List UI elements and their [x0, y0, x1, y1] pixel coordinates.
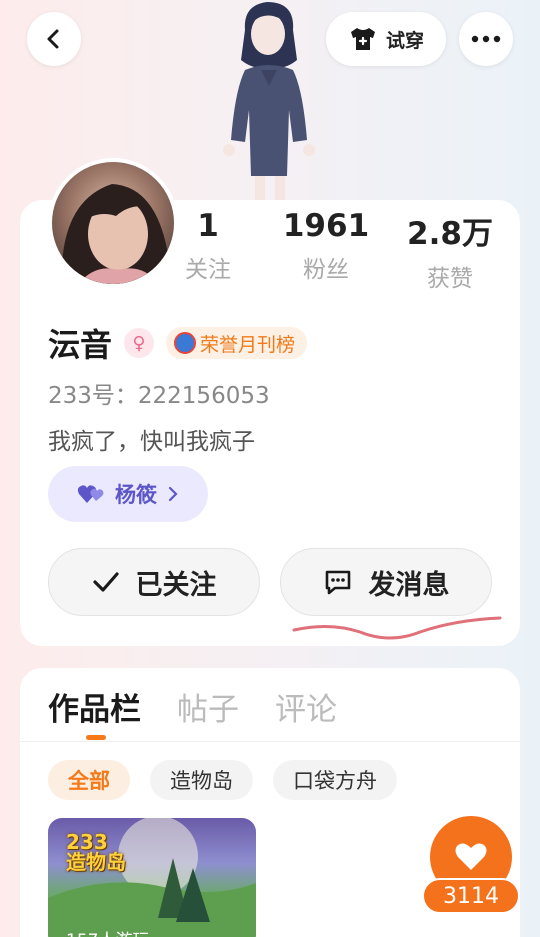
likes-received-count: 2.8万 [407, 216, 493, 252]
avatar-character-figure[interactable] [205, 0, 335, 200]
filter-chip-ark[interactable]: 口袋方舟 [273, 760, 397, 800]
tab-works[interactable]: 作品栏 [48, 684, 141, 729]
followers-stat[interactable]: 1961 粉丝 [266, 208, 386, 284]
followers-label: 粉丝 [303, 257, 349, 283]
user-name: 沄音 [48, 326, 113, 364]
tabs-divider [20, 741, 520, 742]
filter-chips: 全部 造物岛 口袋方舟 [48, 760, 397, 800]
work-card[interactable]: 233 造物岛 157人游玩 [48, 818, 256, 937]
followed-button[interactable]: 已关注 [48, 548, 260, 616]
try-on-label: 试穿 [385, 29, 424, 52]
chat-bubble-icon [325, 570, 350, 595]
chevron-left-icon [47, 29, 59, 49]
following-label: 关注 [185, 257, 231, 283]
user-bio: 我疯了，快叫我疯子 [48, 429, 255, 455]
content-tabs: 作品栏 帖子 评论 [48, 684, 337, 729]
try-on-button[interactable]: 试穿 [326, 12, 446, 66]
check-icon [92, 572, 119, 592]
more-dots-icon [471, 35, 501, 43]
tshirt-plus-icon [350, 28, 375, 50]
relationship-tag-label: 杨筱 [115, 483, 157, 507]
following-stat[interactable]: 1 关注 [148, 208, 268, 284]
more-button[interactable] [459, 12, 513, 66]
likes-received-label: 获赞 [427, 266, 473, 292]
tab-posts[interactable]: 帖子 [177, 684, 239, 729]
chevron-right-icon [168, 486, 178, 502]
active-tab-indicator [86, 735, 106, 740]
back-button[interactable] [27, 12, 81, 66]
followers-count: 1961 [282, 208, 370, 244]
heart-icon [455, 843, 487, 870]
name-row: 沄音 ♀ 荣誉月刊榜 [48, 320, 308, 366]
send-message-label: 发消息 [368, 569, 450, 601]
relationship-tag[interactable]: 杨筱 [48, 466, 208, 522]
filter-chip-island[interactable]: 造物岛 [150, 760, 253, 800]
like-count: 3114 [422, 878, 520, 914]
followed-label: 已关注 [135, 569, 217, 601]
island-logo: 233 造物岛 [66, 830, 126, 874]
likes-received-stat[interactable]: 2.8万 获赞 [390, 208, 510, 293]
hand-drawn-underline [292, 616, 502, 640]
honor-badge-label: 荣誉月刊榜 [200, 333, 296, 356]
medal-icon [174, 332, 197, 354]
send-message-button[interactable]: 发消息 [280, 548, 492, 616]
heart-pair-icon [77, 485, 104, 503]
work-caption: 157人游玩 [66, 926, 149, 937]
user-id: 233号：222156053 [48, 383, 270, 409]
following-count: 1 [197, 208, 219, 244]
female-icon: ♀ [124, 328, 155, 358]
honor-badge[interactable]: 荣誉月刊榜 [166, 327, 308, 359]
tab-comments[interactable]: 评论 [275, 684, 337, 729]
filter-chip-all[interactable]: 全部 [48, 760, 130, 800]
